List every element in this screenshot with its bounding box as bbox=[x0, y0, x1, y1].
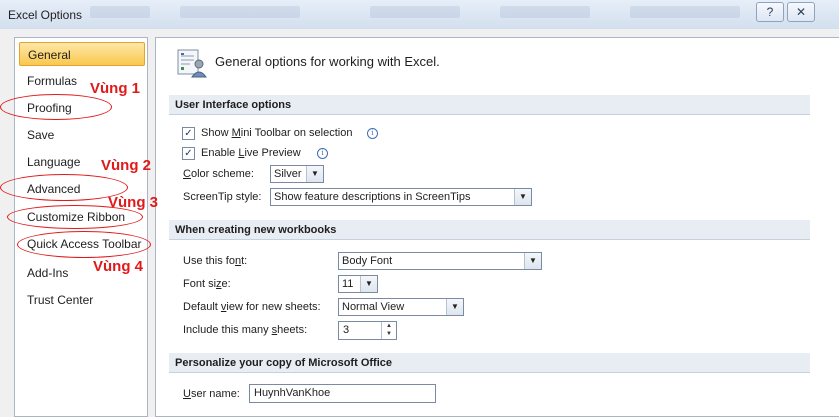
font-size-select[interactable]: 11 ▼ bbox=[338, 275, 378, 293]
user-name-value: HuynhVanKhoe bbox=[254, 387, 331, 399]
color-scheme-label: Color scheme: bbox=[183, 168, 254, 180]
annotation-vung-4: Vùng 4 bbox=[93, 258, 144, 275]
background-ribbon-ghost bbox=[500, 6, 590, 18]
sheets-value: 3 bbox=[343, 324, 350, 336]
section-personalize: Personalize your copy of Microsoft Offic… bbox=[169, 353, 810, 373]
sidebar-item-trust-center[interactable]: Trust Center bbox=[19, 288, 145, 312]
background-ribbon-ghost bbox=[90, 6, 150, 18]
background-ribbon-ghost bbox=[370, 6, 460, 18]
background-ribbon-ghost bbox=[630, 6, 740, 18]
background-ribbon-ghost bbox=[180, 6, 300, 18]
chevron-down-icon: ▼ bbox=[524, 253, 541, 269]
close-button[interactable]: ✕ bbox=[787, 2, 815, 22]
page-header: General options for working with Excel. bbox=[215, 54, 440, 69]
spin-arrows-icon[interactable]: ▲ ▼ bbox=[381, 322, 396, 339]
annotation-vung-3: Vùng 3 bbox=[108, 194, 159, 211]
chevron-down-icon: ▼ bbox=[360, 276, 377, 292]
annotation-vung-1: Vùng 1 bbox=[90, 80, 141, 97]
sheets-stepper[interactable]: 3 ▲ ▼ bbox=[338, 321, 397, 340]
annotation-vung-2: Vùng 2 bbox=[101, 157, 152, 174]
window-title: Excel Options bbox=[8, 8, 83, 22]
title-bar: Excel Options ? ✕ bbox=[0, 0, 839, 29]
mini-toolbar-label: Show Mini Toolbar on selection bbox=[201, 127, 353, 139]
user-name-label: User name: bbox=[183, 388, 240, 400]
sidebar-item-general[interactable]: General bbox=[19, 42, 145, 66]
sidebar-item-save[interactable]: Save bbox=[19, 123, 145, 147]
color-scheme-value: Silver bbox=[274, 168, 302, 180]
annotation-ellipse-quick-access bbox=[17, 231, 151, 258]
content-panel: General options for working with Excel. … bbox=[155, 37, 839, 417]
help-button[interactable]: ? bbox=[756, 2, 784, 22]
user-name-field[interactable]: HuynhVanKhoe bbox=[249, 384, 436, 403]
screentip-value: Show feature descriptions in ScreenTips bbox=[274, 191, 471, 203]
chevron-down-icon: ▼ bbox=[306, 166, 323, 182]
chevron-down-icon: ▼ bbox=[446, 299, 463, 315]
live-preview-checkbox[interactable]: ✓ bbox=[182, 147, 195, 160]
section-ui-options: User Interface options bbox=[169, 95, 810, 115]
screentip-select[interactable]: Show feature descriptions in ScreenTips … bbox=[270, 188, 532, 206]
info-icon: i bbox=[317, 148, 328, 159]
section-new-workbooks: When creating new workbooks bbox=[169, 220, 810, 240]
info-icon: i bbox=[367, 128, 378, 139]
font-select[interactable]: Body Font ▼ bbox=[338, 252, 542, 270]
default-view-select[interactable]: Normal View ▼ bbox=[338, 298, 464, 316]
color-scheme-select[interactable]: Silver ▼ bbox=[270, 165, 324, 183]
default-view-label: Default view for new sheets: bbox=[183, 301, 321, 313]
sheets-label: Include this many sheets: bbox=[183, 324, 308, 336]
options-icon bbox=[177, 49, 207, 78]
screentip-label: ScreenTip style: bbox=[183, 191, 262, 203]
annotation-ellipse-proofing bbox=[0, 94, 112, 120]
font-label: Use this font: bbox=[183, 255, 248, 267]
mini-toolbar-checkbox[interactable]: ✓ bbox=[182, 127, 195, 140]
font-value: Body Font bbox=[342, 255, 393, 267]
font-size-label: Font size: bbox=[183, 278, 231, 290]
default-view-value: Normal View bbox=[342, 301, 405, 313]
font-size-value: 11 bbox=[342, 278, 354, 290]
live-preview-label: Enable Live Preview bbox=[201, 147, 301, 159]
chevron-down-icon: ▼ bbox=[514, 189, 531, 205]
